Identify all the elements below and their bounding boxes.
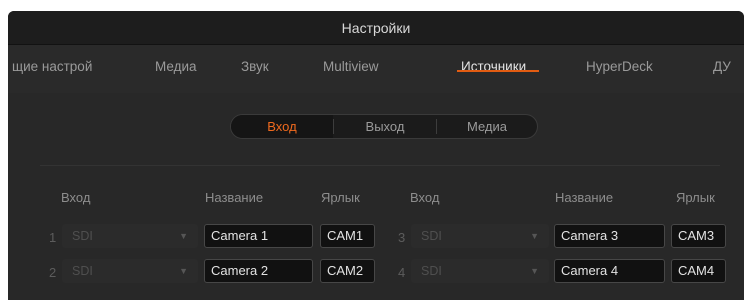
column-header-name: Название (205, 190, 264, 205)
chevron-down-icon: ▼ (530, 266, 539, 276)
input-select[interactable]: SDI ▼ (62, 259, 198, 283)
chevron-down-icon: ▼ (530, 231, 539, 241)
row-number: 3 (398, 230, 406, 245)
chevron-down-icon: ▼ (179, 266, 188, 276)
tab-general-settings[interactable]: щие настрой (12, 59, 92, 74)
name-field[interactable]: Camera 2 (204, 259, 313, 283)
label-field[interactable]: CAM3 (671, 224, 726, 248)
column-header-label: Ярлык (321, 190, 360, 205)
input-select-value: SDI (421, 229, 442, 243)
segment-media[interactable]: Медиа (437, 115, 537, 138)
tab-media[interactable]: Медиа (155, 59, 197, 74)
window-title: Настройки (8, 11, 744, 45)
active-tab-indicator (457, 70, 539, 72)
column-header-input: Вход (410, 190, 440, 205)
name-field[interactable]: Camera 4 (554, 259, 665, 283)
column-header-label: Ярлык (676, 190, 715, 205)
input-select[interactable]: SDI ▼ (62, 224, 198, 248)
settings-window: Настройки щие настрой Медиа Звук Multivi… (8, 11, 744, 300)
label-field[interactable]: CAM4 (671, 259, 726, 283)
chevron-down-icon: ▼ (179, 231, 188, 241)
segmented-control: Вход Выход Медиа (230, 114, 538, 139)
row-number: 4 (398, 265, 406, 280)
input-select-value: SDI (72, 264, 93, 278)
row-number: 2 (49, 265, 57, 280)
tab-multiview[interactable]: Multiview (323, 59, 379, 74)
name-field[interactable]: Camera 1 (204, 224, 313, 248)
column-header-input: Вход (61, 190, 91, 205)
label-field[interactable]: CAM1 (320, 224, 375, 248)
input-select[interactable]: SDI ▼ (411, 259, 549, 283)
tab-hyperdeck[interactable]: HyperDeck (586, 59, 653, 74)
name-field[interactable]: Camera 3 (554, 224, 665, 248)
sources-panel: Вход Выход Медиа Вход Название Ярлык Вхо… (8, 93, 744, 300)
column-header-name: Название (555, 190, 614, 205)
tab-remote[interactable]: ДУ (713, 59, 731, 74)
segment-input[interactable]: Вход (231, 115, 333, 138)
row-number: 1 (49, 230, 57, 245)
input-select-value: SDI (72, 229, 93, 243)
tab-bar: щие настрой Медиа Звук Multiview Источни… (8, 45, 744, 93)
divider (40, 165, 720, 166)
input-select-value: SDI (421, 264, 442, 278)
segment-output[interactable]: Выход (334, 115, 436, 138)
tab-audio[interactable]: Звук (241, 59, 269, 74)
input-select[interactable]: SDI ▼ (411, 224, 549, 248)
label-field[interactable]: CAM2 (320, 259, 375, 283)
